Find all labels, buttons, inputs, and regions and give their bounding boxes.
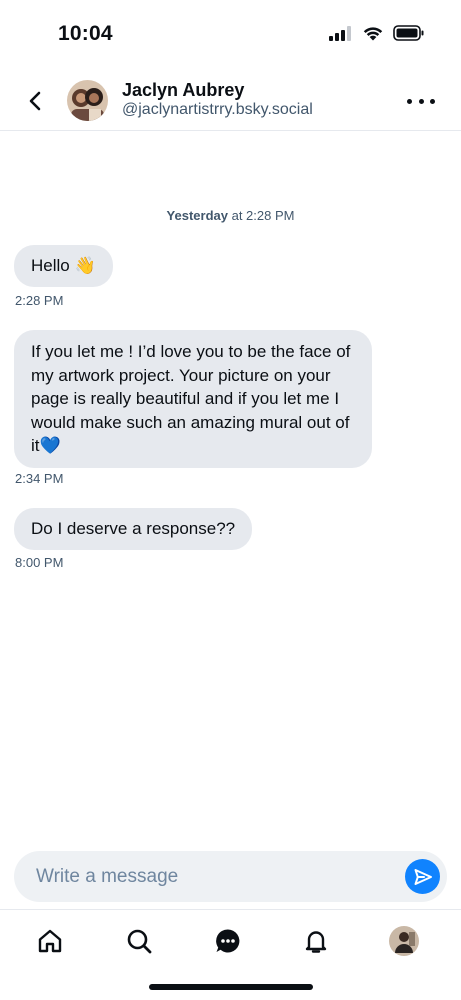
status-icons: [329, 25, 425, 41]
message-bubble[interactable]: Hello 👋: [14, 245, 113, 287]
message-input[interactable]: [36, 851, 386, 902]
wifi-icon: [363, 27, 383, 41]
contact-handle[interactable]: @jaclynartistrry.bsky.social: [122, 101, 313, 119]
nav-chat[interactable]: [213, 926, 243, 956]
message-bubble[interactable]: If you let me ! I’d love you to be the f…: [14, 330, 372, 468]
bell-icon: [305, 931, 327, 953]
nav-notifications[interactable]: [301, 926, 331, 956]
send-icon: [414, 868, 432, 885]
message-timestamp: 2:34 PM: [15, 471, 64, 486]
message-composer: [14, 851, 447, 902]
conversation-header: Jaclyn Aubrey @jaclynartistrry.bsky.soci…: [0, 70, 461, 131]
battery-icon: [393, 25, 424, 41]
contact-avatar[interactable]: [67, 80, 108, 121]
date-separator: Yesterday at 2:28 PM: [0, 208, 461, 223]
message-timestamp: 8:00 PM: [15, 555, 64, 570]
cellular-signal-icon: [329, 25, 351, 41]
chevron-left-icon: [29, 91, 41, 111]
ellipsis-icon: [407, 98, 412, 104]
date-separator-day: Yesterday: [166, 208, 228, 223]
avatar-photo: [67, 80, 108, 121]
home-icon: [38, 929, 62, 953]
home-indicator: [149, 984, 313, 990]
status-time: 10:04: [58, 22, 113, 45]
status-bar: 10:04: [0, 0, 461, 70]
send-button[interactable]: [405, 859, 440, 894]
contact-name[interactable]: Jaclyn Aubrey: [122, 80, 244, 101]
profile-avatar: [389, 926, 419, 956]
search-icon: [127, 929, 152, 954]
more-options-button[interactable]: [407, 94, 435, 108]
nav-home[interactable]: [35, 926, 65, 956]
nav-profile[interactable]: [389, 926, 419, 956]
message-bubble[interactable]: Do I deserve a response??: [14, 508, 253, 550]
date-separator-time: at 2:28 PM: [231, 208, 295, 223]
nav-search[interactable]: [124, 926, 154, 956]
chat-icon: [216, 929, 240, 953]
back-button[interactable]: [22, 88, 48, 114]
message-timestamp: 2:28 PM: [15, 293, 64, 308]
